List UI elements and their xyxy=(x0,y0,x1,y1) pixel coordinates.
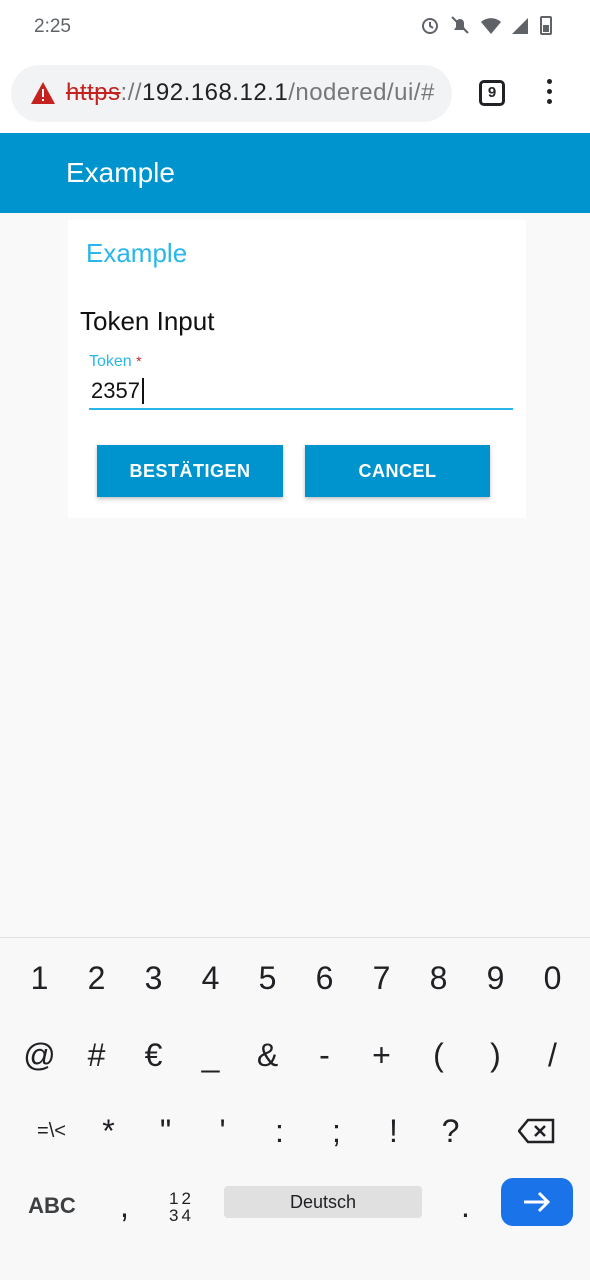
key-abc[interactable]: ABC xyxy=(12,1186,92,1218)
not-secure-warning-icon[interactable] xyxy=(30,81,56,105)
cancel-button[interactable]: CANCEL xyxy=(305,445,490,497)
section-label: Token Input xyxy=(80,306,215,336)
alarm-icon xyxy=(420,14,440,36)
url-path: /nodered/ui/# xyxy=(288,79,435,106)
key-symbol[interactable]: ? xyxy=(422,1101,479,1161)
url-text: https://192.168.12.1/nodered/ui/# xyxy=(66,79,435,107)
key-symbol[interactable]: ) xyxy=(467,1025,524,1085)
soft-keyboard: 1234567890 @ # € _ & - +() / =\< * " ':;!? ABC , 1… xyxy=(0,937,590,1280)
key-symbol[interactable]: * xyxy=(80,1101,137,1161)
key-symbol[interactable]: / xyxy=(524,1025,581,1085)
key-symbol[interactable]: + xyxy=(353,1025,410,1085)
browser-menu-icon[interactable] xyxy=(541,79,557,109)
key-symbol[interactable]: " xyxy=(137,1101,194,1161)
key-symbol[interactable]: =\< xyxy=(23,1101,80,1161)
key-symbol[interactable]: # xyxy=(68,1025,125,1085)
url-scheme: https xyxy=(66,79,121,106)
key-symbol[interactable]: € xyxy=(125,1025,182,1085)
key-digit[interactable]: 5 xyxy=(239,948,296,1008)
numpad-bottom-label: 34 xyxy=(169,1206,194,1225)
battery-icon xyxy=(540,14,560,36)
key-symbol[interactable]: _ xyxy=(182,1025,239,1085)
status-bar: 2:25 xyxy=(0,0,590,54)
key-abc-label: ABC xyxy=(28,1193,76,1218)
key-digit[interactable]: 3 xyxy=(125,948,182,1008)
key-numpad[interactable]: 12 34 xyxy=(153,1178,210,1238)
browser-toolbar: https://192.168.12.1/nodered/ui/# 9 xyxy=(0,54,590,133)
token-input-underline xyxy=(89,408,513,410)
key-digit[interactable]: 7 xyxy=(353,948,410,1008)
app-toolbar: Example xyxy=(0,133,590,213)
key-period[interactable]: . xyxy=(437,1178,494,1238)
key-digit[interactable]: 2 xyxy=(68,948,125,1008)
app-title: Example xyxy=(66,157,175,188)
tab-switcher-button[interactable]: 9 xyxy=(479,80,505,106)
key-digit[interactable]: 0 xyxy=(524,948,581,1008)
key-symbol[interactable]: ! xyxy=(365,1101,422,1161)
token-card: Example Token Input Token * 2357 BESTÄTI… xyxy=(68,220,526,518)
token-label-text: Token xyxy=(89,353,132,370)
confirm-button[interactable]: BESTÄTIGEN xyxy=(97,445,283,497)
key-digit[interactable]: 8 xyxy=(410,948,467,1008)
url-host: 192.168.12.1 xyxy=(142,79,289,106)
wifi-icon xyxy=(480,14,501,36)
status-icons xyxy=(420,14,560,36)
key-digit[interactable]: 1 xyxy=(11,948,68,1008)
url-bar[interactable]: https://192.168.12.1/nodered/ui/# xyxy=(11,65,452,122)
key-symbol[interactable]: & xyxy=(239,1025,296,1085)
space-key[interactable]: Deutsch xyxy=(224,1186,422,1218)
signal-icon xyxy=(510,14,530,36)
token-input[interactable]: 2357 xyxy=(91,378,144,404)
key-symbol[interactable]: ( xyxy=(410,1025,467,1085)
mute-bell-icon xyxy=(450,14,470,36)
card-title: Example xyxy=(86,238,188,268)
numpad-top-label: 12 xyxy=(169,1189,194,1208)
key-symbol[interactable]: : xyxy=(251,1101,308,1161)
key-symbol[interactable]: ' xyxy=(194,1101,251,1161)
key-symbol[interactable]: ; xyxy=(308,1101,365,1161)
enter-key[interactable] xyxy=(501,1178,573,1226)
token-field-label: Token * xyxy=(89,353,142,371)
status-time: 2:25 xyxy=(34,16,71,37)
key-digit[interactable]: 6 xyxy=(296,948,353,1008)
key-digit[interactable]: 9 xyxy=(467,948,524,1008)
key-comma[interactable]: , xyxy=(96,1178,153,1238)
backspace-key[interactable] xyxy=(508,1101,565,1161)
key-digit[interactable]: 4 xyxy=(182,948,239,1008)
required-mark: * xyxy=(136,353,142,369)
url-separator: :// xyxy=(120,79,143,106)
key-symbol[interactable]: - xyxy=(296,1025,353,1085)
key-symbol[interactable]: @ xyxy=(11,1025,68,1085)
